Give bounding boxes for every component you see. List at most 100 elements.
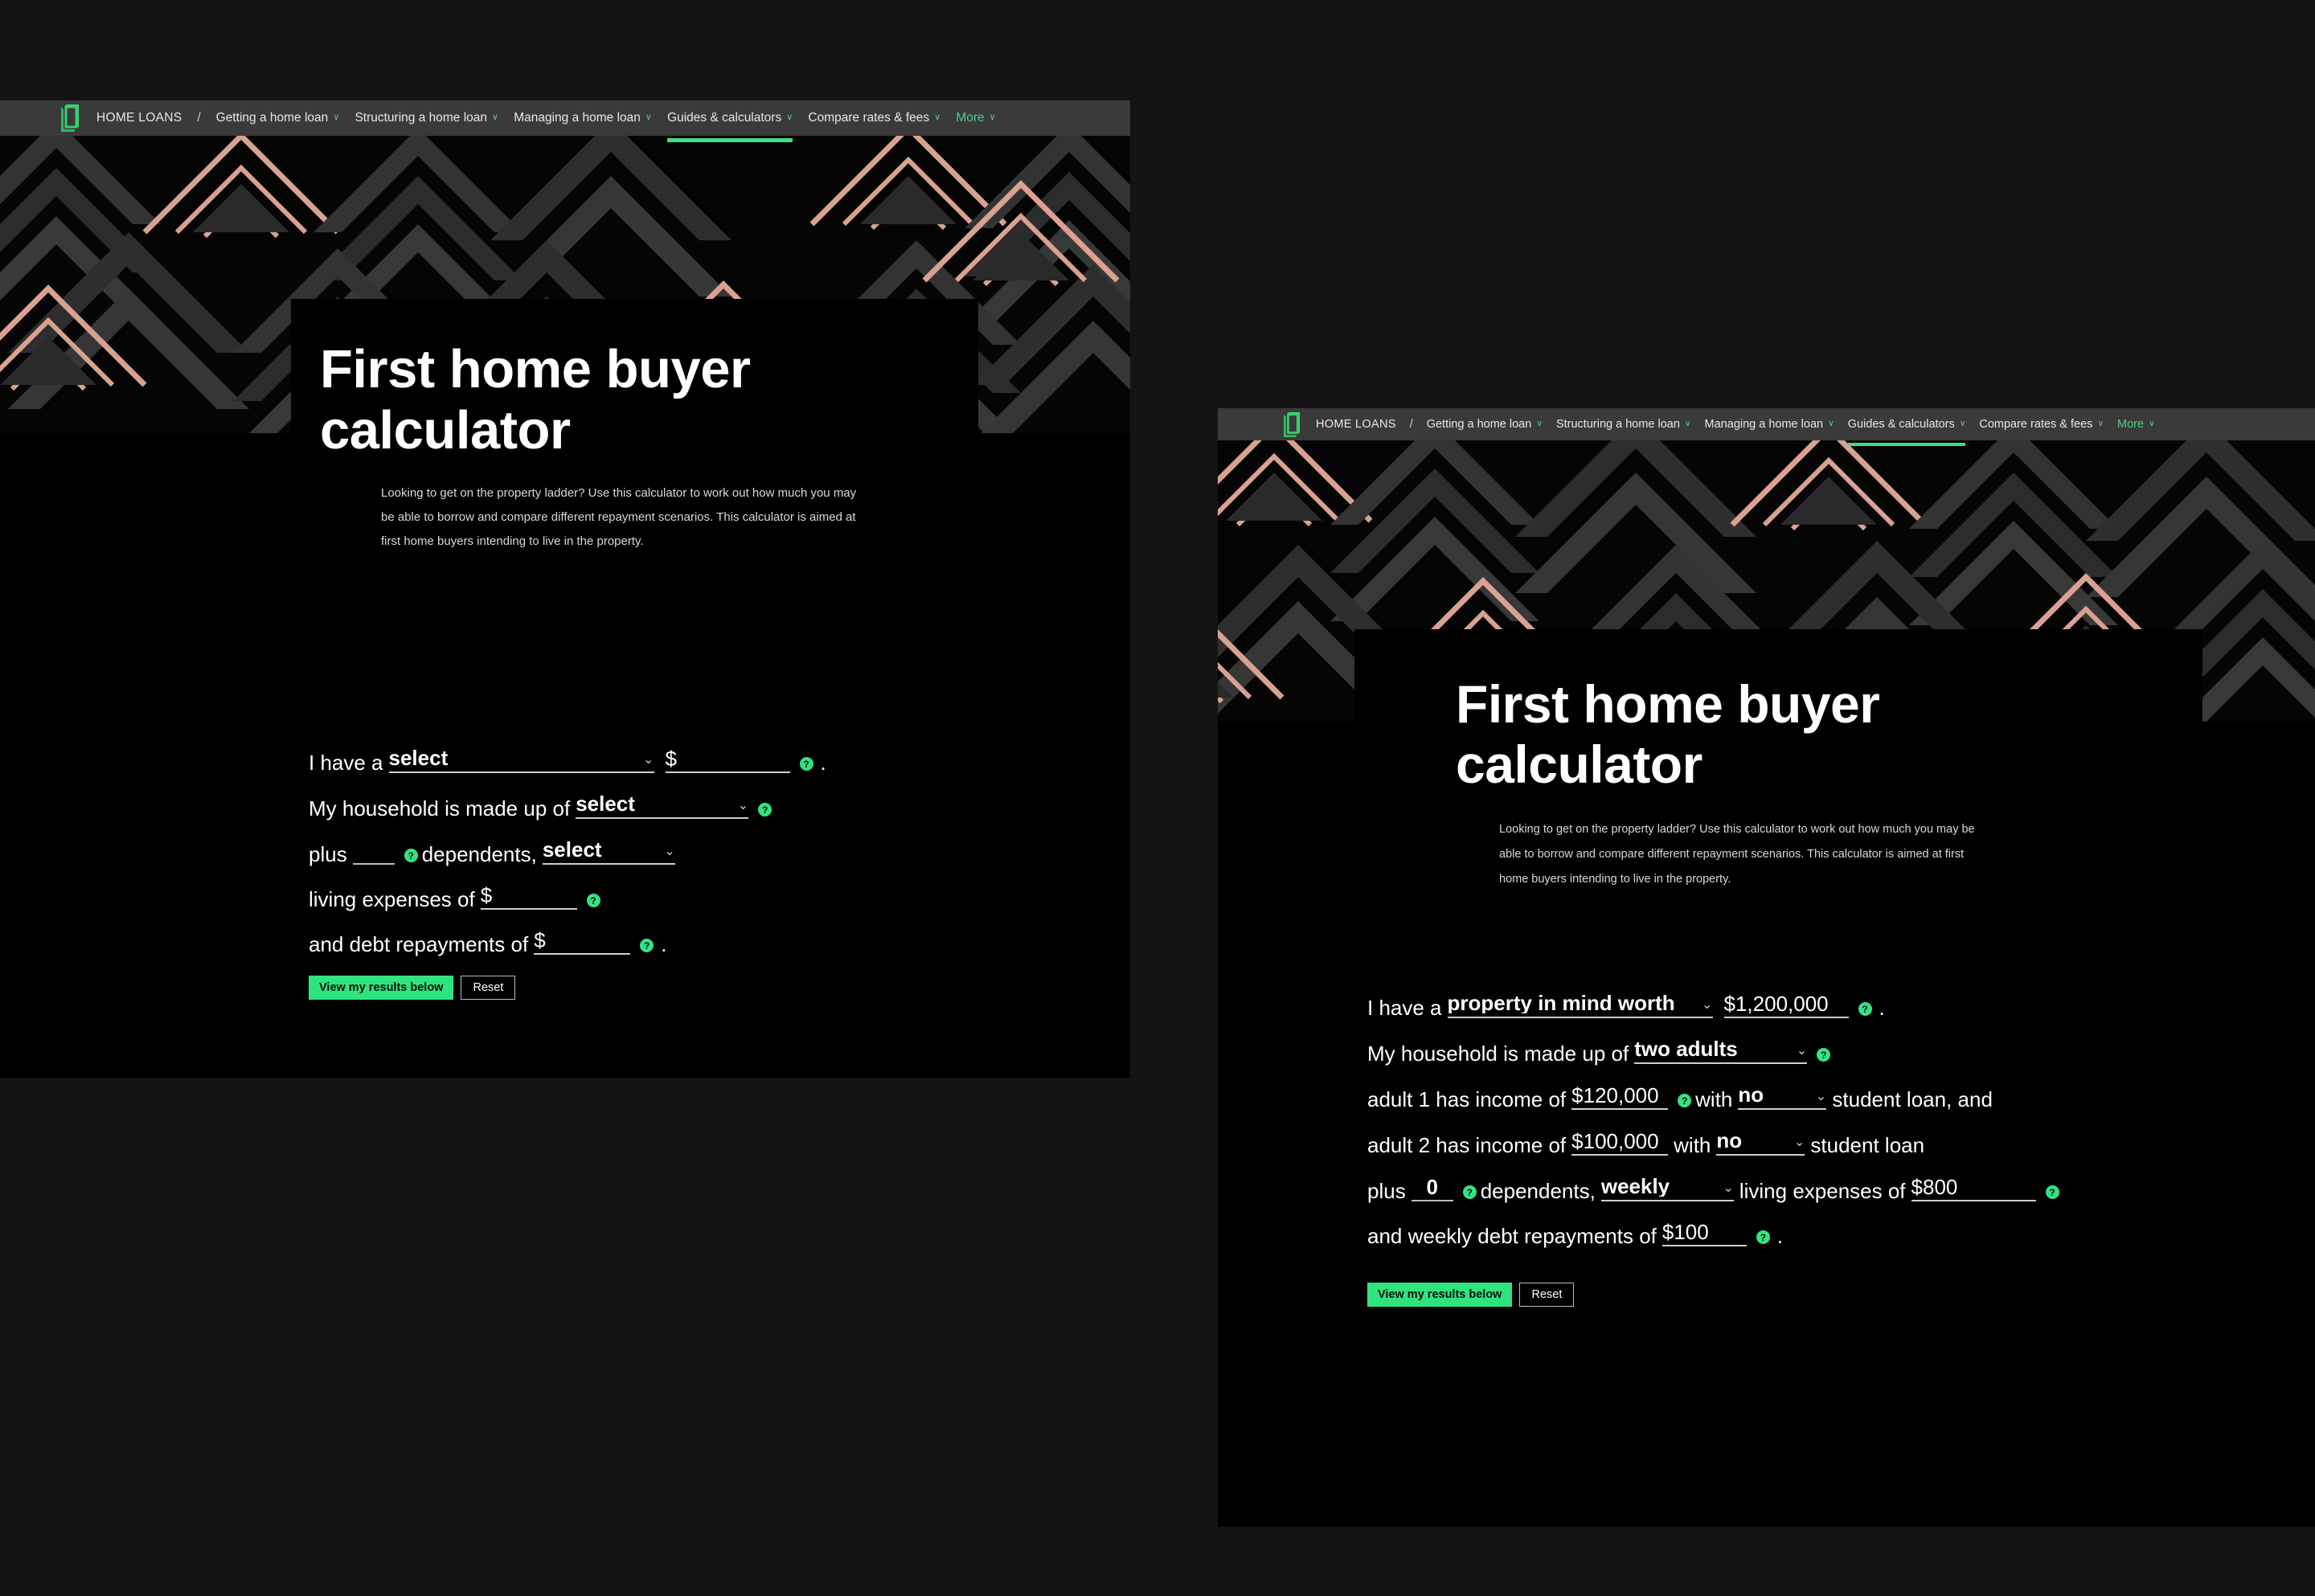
currency-prefix: $	[534, 930, 546, 951]
nav-item-more[interactable]: More ∨	[956, 100, 996, 136]
nav-label: More	[2117, 418, 2145, 431]
nav-item-managing-a-home-loan[interactable]: Managing a home loan ∨	[514, 100, 652, 136]
dependents-input[interactable]: 0	[1411, 1177, 1453, 1201]
nav-brand-home-loans[interactable]: HOME LOANS	[96, 100, 182, 136]
nav-label: Guides & calculators	[1847, 418, 1955, 431]
chevron-down-icon: ∨	[1828, 419, 1834, 428]
household-value: two adults	[1634, 1038, 1738, 1059]
calc-row-household: My household is made up of select ⌄ ?	[309, 793, 826, 819]
living-expenses-input[interactable]: $800	[1911, 1177, 2036, 1201]
nav-item-managing-a-home-loan[interactable]: Managing a home loan ∨	[1705, 408, 1834, 440]
site-navigation-bar: HOME LOANS / Getting a home loan ∨ Struc…	[0, 100, 1130, 142]
chevron-down-icon: ∨	[786, 113, 793, 123]
browser-window-filled-state: HOME LOANS / Getting a home loan ∨ Struc…	[1218, 408, 2315, 1527]
nav-label: Getting a home loan	[215, 111, 329, 125]
view-results-button[interactable]: View my results below	[309, 976, 454, 1000]
reset-button[interactable]: Reset	[461, 976, 516, 1000]
sentence-period: .	[661, 932, 667, 956]
nav-label: Managing a home loan	[514, 111, 641, 125]
label-student-loan-and: student loan, and	[1832, 1087, 1993, 1111]
property-type-select[interactable]: property in mind worth ⌄	[1447, 992, 1713, 1018]
debt-repayments-input[interactable]: $100	[1661, 1222, 1747, 1246]
expense-frequency-select[interactable]: select ⌄	[542, 839, 675, 865]
help-icon[interactable]: ?	[799, 757, 813, 771]
help-icon[interactable]: ?	[1858, 1002, 1872, 1016]
property-type-select[interactable]: select ⌄	[388, 747, 654, 773]
calc-row-property: I have a property in mind worth ⌄ $1,200…	[1367, 992, 2063, 1018]
adult-2-income-input[interactable]: $100,000	[1571, 1131, 1669, 1156]
adult-1-income-input[interactable]: $120,000	[1571, 1085, 1669, 1110]
property-type-value: property in mind worth	[1447, 992, 1675, 1013]
form-action-buttons: View my results below Reset	[309, 976, 826, 1000]
chevron-down-icon: ∨	[1536, 419, 1543, 428]
page-title-line-1: First home buyer	[1456, 674, 1880, 734]
sentence-period: .	[1776, 1224, 1784, 1248]
browser-window-empty-state: HOME LOANS / Getting a home loan ∨ Struc…	[0, 100, 1130, 1078]
nav-label: Compare rates & fees	[808, 111, 930, 125]
property-value-input[interactable]: $1,200,000	[1723, 993, 1849, 1018]
nav-label: Guides & calculators	[667, 111, 782, 125]
adult-1-student-loan-value: no	[1738, 1084, 1764, 1105]
label-debt-repayments: and weekly debt repayments of	[1367, 1224, 1657, 1248]
nav-item-guides-and-calculators[interactable]: Guides & calculators ∨	[667, 100, 793, 142]
adult-2-student-loan-value: no	[1716, 1130, 1743, 1151]
nav-item-compare-rates-and-fees[interactable]: Compare rates & fees ∨	[808, 100, 940, 136]
chevron-down-icon: ⌄	[643, 752, 654, 767]
chevron-down-icon: ∨	[1684, 419, 1691, 428]
help-icon[interactable]: ?	[404, 849, 418, 862]
help-icon[interactable]: ?	[1678, 1094, 1692, 1107]
nav-item-more[interactable]: More ∨	[2117, 408, 2155, 440]
dependents-value: 0	[1426, 1177, 1438, 1197]
reset-button[interactable]: Reset	[1519, 1283, 1575, 1307]
hero-description: Looking to get on the property ladder? U…	[381, 486, 857, 549]
calc-row-dependents: plus ? dependents, select ⌄	[309, 839, 826, 865]
westpac-logo[interactable]	[61, 104, 79, 132]
help-icon[interactable]: ?	[586, 894, 600, 907]
nav-item-structuring-a-home-loan[interactable]: Structuring a home loan ∨	[1556, 408, 1691, 440]
nav-item-getting-a-home-loan[interactable]: Getting a home loan ∨	[1427, 408, 1543, 440]
label-adult-2-income: adult 2 has income of	[1367, 1133, 1567, 1157]
dependents-input[interactable]	[352, 861, 395, 865]
label-dependents: dependents,	[421, 842, 537, 866]
nav-item-getting-a-home-loan[interactable]: Getting a home loan ∨	[216, 100, 340, 136]
help-icon[interactable]: ?	[1817, 1048, 1831, 1062]
label-with: with	[1674, 1133, 1711, 1157]
adult-2-income-value: $100,000	[1571, 1131, 1659, 1152]
label-student-loan: student loan	[1810, 1133, 1925, 1157]
label-plus: plus	[1367, 1179, 1406, 1203]
nav-item-structuring-a-home-loan[interactable]: Structuring a home loan ∨	[354, 100, 498, 136]
help-icon[interactable]: ?	[758, 803, 772, 816]
view-results-button[interactable]: View my results below	[1367, 1283, 1513, 1307]
calculator-form-empty: I have a select ⌄ $ ? . My household is …	[309, 747, 826, 1000]
property-value-input[interactable]: $	[665, 748, 790, 773]
calculator-form-filled: I have a property in mind worth ⌄ $1,200…	[1367, 992, 2063, 1307]
currency-prefix: $	[480, 885, 493, 906]
help-icon[interactable]: ?	[1756, 1230, 1770, 1244]
help-icon[interactable]: ?	[1462, 1185, 1477, 1199]
chevron-down-icon: ⌄	[1723, 1181, 1734, 1195]
chevron-down-icon: ∨	[1959, 419, 1966, 428]
help-icon[interactable]: ?	[2045, 1185, 2059, 1199]
chevron-down-icon: ∨	[934, 113, 941, 123]
nav-brand-home-loans[interactable]: HOME LOANS	[1316, 408, 1396, 440]
adult-1-student-loan-select[interactable]: no ⌄	[1738, 1084, 1827, 1110]
calc-row-debt-repayments: and debt repayments of $ ? .	[309, 930, 826, 955]
help-icon[interactable]: ?	[640, 939, 654, 952]
label-debt-repayments: and debt repayments of	[309, 932, 529, 956]
chevron-down-icon: ⌄	[1793, 1135, 1805, 1149]
household-select[interactable]: two adults ⌄	[1634, 1038, 1808, 1064]
label-i-have-a: I have a	[1367, 996, 1442, 1020]
page-title-line-2: calculator	[1456, 735, 1702, 795]
expense-frequency-select[interactable]: weekly ⌄	[1600, 1176, 1734, 1201]
household-select[interactable]: select ⌄	[576, 793, 749, 819]
living-expenses-input[interactable]: $	[480, 885, 577, 910]
hero-description: Looking to get on the property ladder? U…	[1499, 823, 1975, 886]
expense-frequency-value: select	[542, 839, 602, 860]
nav-item-compare-rates-and-fees[interactable]: Compare rates & fees ∨	[1979, 408, 2104, 440]
chevron-down-icon: ⌄	[664, 844, 675, 858]
westpac-logo[interactable]	[1284, 411, 1300, 437]
debt-repayments-input[interactable]: $	[534, 930, 631, 955]
living-expenses-value: $800	[1911, 1177, 1958, 1197]
adult-2-student-loan-select[interactable]: no ⌄	[1716, 1130, 1805, 1156]
nav-item-guides-and-calculators[interactable]: Guides & calculators ∨	[1847, 408, 1966, 446]
